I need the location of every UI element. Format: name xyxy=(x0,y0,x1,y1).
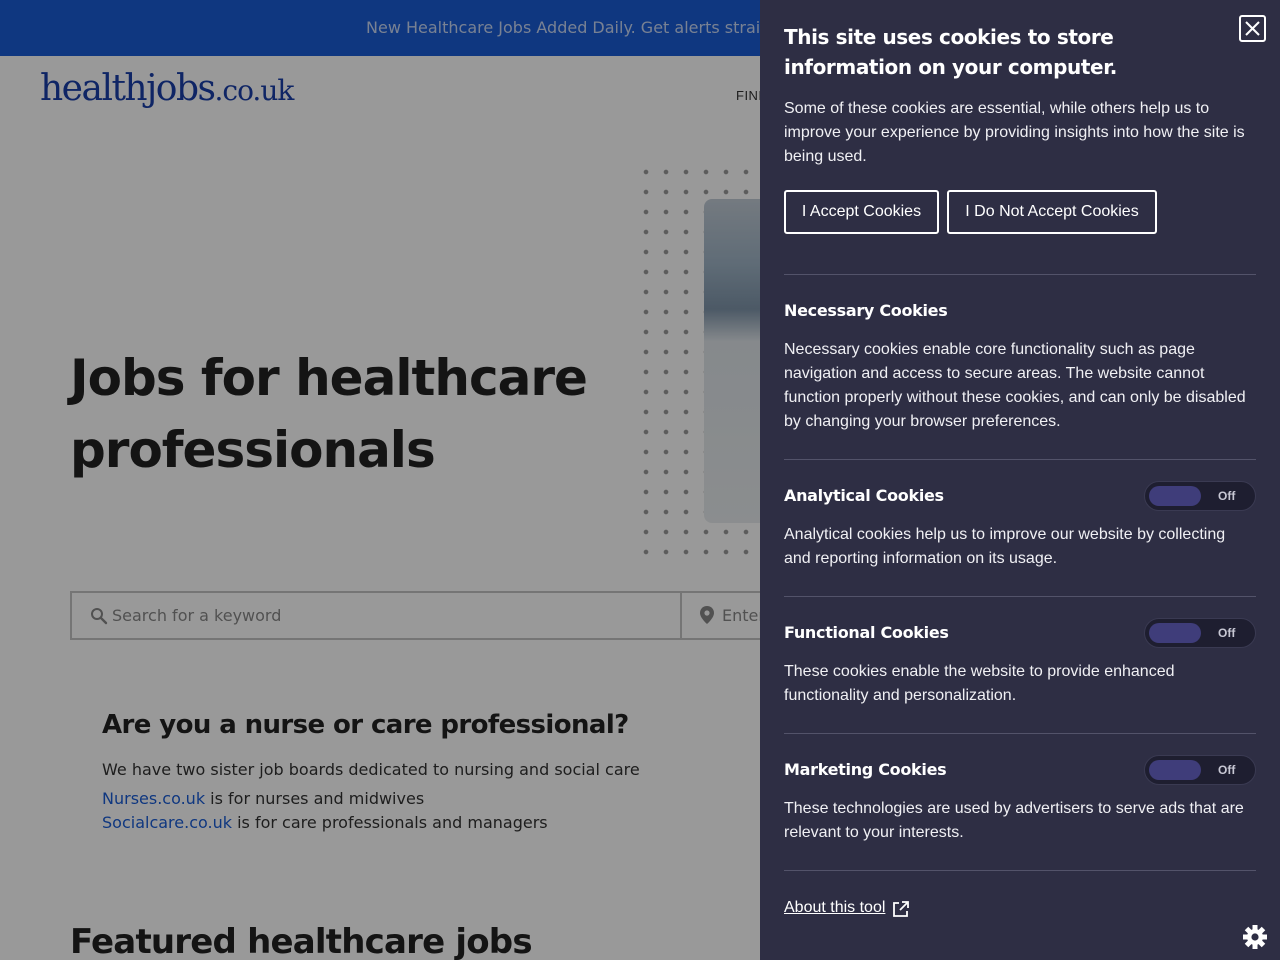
functional-cookies-toggle[interactable]: Off xyxy=(1144,618,1256,648)
external-link-icon[interactable] xyxy=(892,900,910,918)
close-cookie-panel-button[interactable] xyxy=(1239,15,1266,42)
necessary-cookies-text: Necessary cookies enable core functional… xyxy=(784,341,1246,430)
divider xyxy=(784,274,1256,275)
toggle-knob xyxy=(1149,623,1201,643)
gear-icon xyxy=(1243,925,1267,949)
toggle-knob xyxy=(1149,760,1201,780)
divider xyxy=(784,596,1256,597)
cookie-panel-intro: Some of these cookies are essential, whi… xyxy=(784,100,1245,165)
toggle-state-label: Off xyxy=(1218,489,1236,503)
toggle-knob xyxy=(1149,486,1201,506)
toggle-state-label: Off xyxy=(1218,626,1236,640)
necessary-cookies-title: Necessary Cookies xyxy=(784,301,948,320)
analytical-cookies-title: Analytical Cookies xyxy=(784,486,944,505)
marketing-cookies-title: Marketing Cookies xyxy=(784,760,947,779)
toggle-state-label: Off xyxy=(1218,763,1236,777)
decline-cookies-button[interactable]: I Do Not Accept Cookies xyxy=(947,190,1157,234)
analytical-cookies-toggle[interactable]: Off xyxy=(1144,481,1256,511)
divider xyxy=(784,459,1256,460)
cookie-panel-title: This site uses cookies to store informat… xyxy=(784,25,1117,79)
functional-cookies-text: These cookies enable the website to prov… xyxy=(784,663,1175,704)
divider xyxy=(784,870,1256,871)
marketing-cookies-text: These technologies are used by advertise… xyxy=(784,800,1244,841)
about-this-tool-link[interactable]: About this tool xyxy=(784,899,885,917)
accept-cookies-button[interactable]: I Accept Cookies xyxy=(784,190,939,234)
cookie-settings-button[interactable] xyxy=(1200,880,1280,960)
analytical-cookies-text: Analytical cookies help us to improve ou… xyxy=(784,526,1226,567)
close-icon xyxy=(1245,21,1260,36)
marketing-cookies-toggle[interactable]: Off xyxy=(1144,755,1256,785)
divider xyxy=(784,733,1256,734)
functional-cookies-title: Functional Cookies xyxy=(784,623,949,642)
